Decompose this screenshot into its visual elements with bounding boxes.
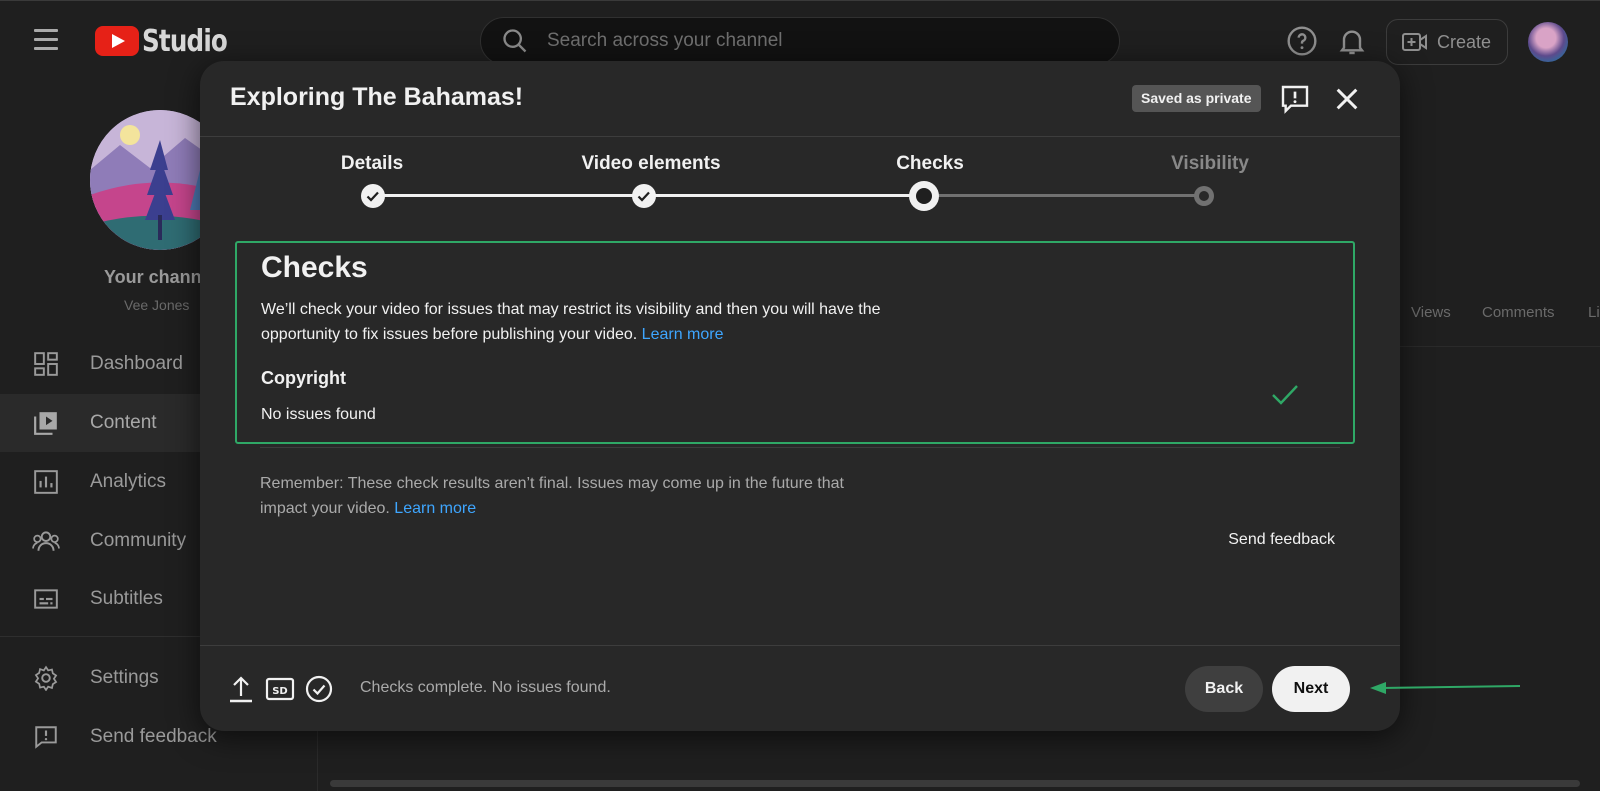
sidebar-item-label: Send feedback xyxy=(90,726,217,747)
table-divider xyxy=(1380,346,1600,347)
help-icon[interactable] xyxy=(1286,25,1318,57)
back-button[interactable]: Back xyxy=(1185,666,1263,712)
notifications-icon[interactable] xyxy=(1336,25,1368,57)
checks-description-text: We’ll check your video for issues that m… xyxy=(261,301,881,343)
checks-complete-icon[interactable] xyxy=(304,674,334,704)
settings-icon xyxy=(32,664,60,692)
close-icon[interactable] xyxy=(1331,83,1363,115)
checks-title: Checks xyxy=(261,251,368,284)
content-icon xyxy=(32,409,60,437)
step-visibility-label[interactable]: Visibility xyxy=(1110,153,1310,175)
horizontal-scrollbar[interactable] xyxy=(330,780,1580,787)
saved-status-badge: Saved as private xyxy=(1132,85,1261,112)
report-feedback-icon[interactable] xyxy=(1279,83,1311,115)
column-header-likes[interactable]: Li xyxy=(1588,304,1600,321)
channel-name: Vee Jones xyxy=(124,297,190,313)
community-icon xyxy=(32,527,60,555)
remember-text: Remember: These check results aren’t fin… xyxy=(260,475,844,517)
search-input[interactable] xyxy=(547,30,1067,52)
step-video-elements-label[interactable]: Video elements xyxy=(551,153,751,175)
logo-text: Studio xyxy=(142,23,228,59)
subtitles-icon xyxy=(32,585,60,613)
dialog-header: Exploring The Bahamas! Saved as private xyxy=(200,61,1400,137)
column-header-comments[interactable]: Comments xyxy=(1482,304,1555,321)
learn-more-link[interactable]: Learn more xyxy=(642,326,724,343)
svg-text:SD: SD xyxy=(272,686,288,697)
sidebar-item-label: Analytics xyxy=(90,471,167,492)
column-header-views[interactable]: Views xyxy=(1411,304,1451,321)
checks-divider xyxy=(260,447,1340,448)
step-details-label[interactable]: Details xyxy=(272,153,472,175)
sidebar-item-label: Dashboard xyxy=(90,353,183,374)
sidebar-item-label: Settings xyxy=(90,667,159,688)
sidebar-item-label: Content xyxy=(90,412,157,433)
dialog-footer: SD Checks complete. No issues found. Bac… xyxy=(200,645,1400,731)
checks-description: We’ll check your video for issues that m… xyxy=(261,297,921,347)
sidebar-item-label: Community xyxy=(90,530,187,551)
feedback-icon xyxy=(32,723,60,751)
search-icon xyxy=(503,29,527,53)
step-checks-current-icon[interactable] xyxy=(908,180,940,212)
dialog-title: Exploring The Bahamas! xyxy=(230,83,524,111)
stepper-track-remaining xyxy=(930,194,1210,197)
search-bar[interactable] xyxy=(480,17,1120,65)
footer-status-text: Checks complete. No issues found. xyxy=(360,679,611,696)
remember-learn-more-link[interactable]: Learn more xyxy=(394,500,476,517)
step-checks-label[interactable]: Checks xyxy=(830,153,1030,175)
copyright-status: No issues found xyxy=(261,406,376,423)
account-avatar[interactable] xyxy=(1528,22,1568,62)
create-video-icon xyxy=(1402,33,1427,51)
checks-highlight-box: Checks We’ll check your video for issues… xyxy=(235,241,1355,444)
copyright-title: Copyright xyxy=(261,368,346,388)
upload-icon[interactable] xyxy=(228,674,254,704)
step-video-elements-check-icon[interactable] xyxy=(631,183,657,209)
youtube-logo-icon xyxy=(95,26,139,56)
create-button[interactable]: Create xyxy=(1386,19,1508,65)
annotation-arrow xyxy=(1370,682,1520,694)
copyright-ok-check-icon xyxy=(1272,385,1298,405)
step-visibility-pending-icon[interactable] xyxy=(1193,185,1215,207)
send-feedback-link[interactable]: Send feedback xyxy=(1200,531,1335,549)
studio-logo[interactable]: Studio xyxy=(95,23,246,59)
next-button[interactable]: Next xyxy=(1272,666,1350,712)
dashboard-icon xyxy=(32,350,60,378)
sd-quality-icon[interactable]: SD xyxy=(265,674,295,704)
menu-icon[interactable] xyxy=(34,29,58,51)
remember-note: Remember: These check results aren’t fin… xyxy=(260,471,880,521)
sidebar-item-label: Subtitles xyxy=(90,588,163,609)
analytics-icon xyxy=(32,468,60,496)
step-details-check-icon[interactable] xyxy=(360,183,386,209)
create-button-label: Create xyxy=(1437,31,1492,52)
upload-dialog: Exploring The Bahamas! Saved as private … xyxy=(200,61,1400,731)
